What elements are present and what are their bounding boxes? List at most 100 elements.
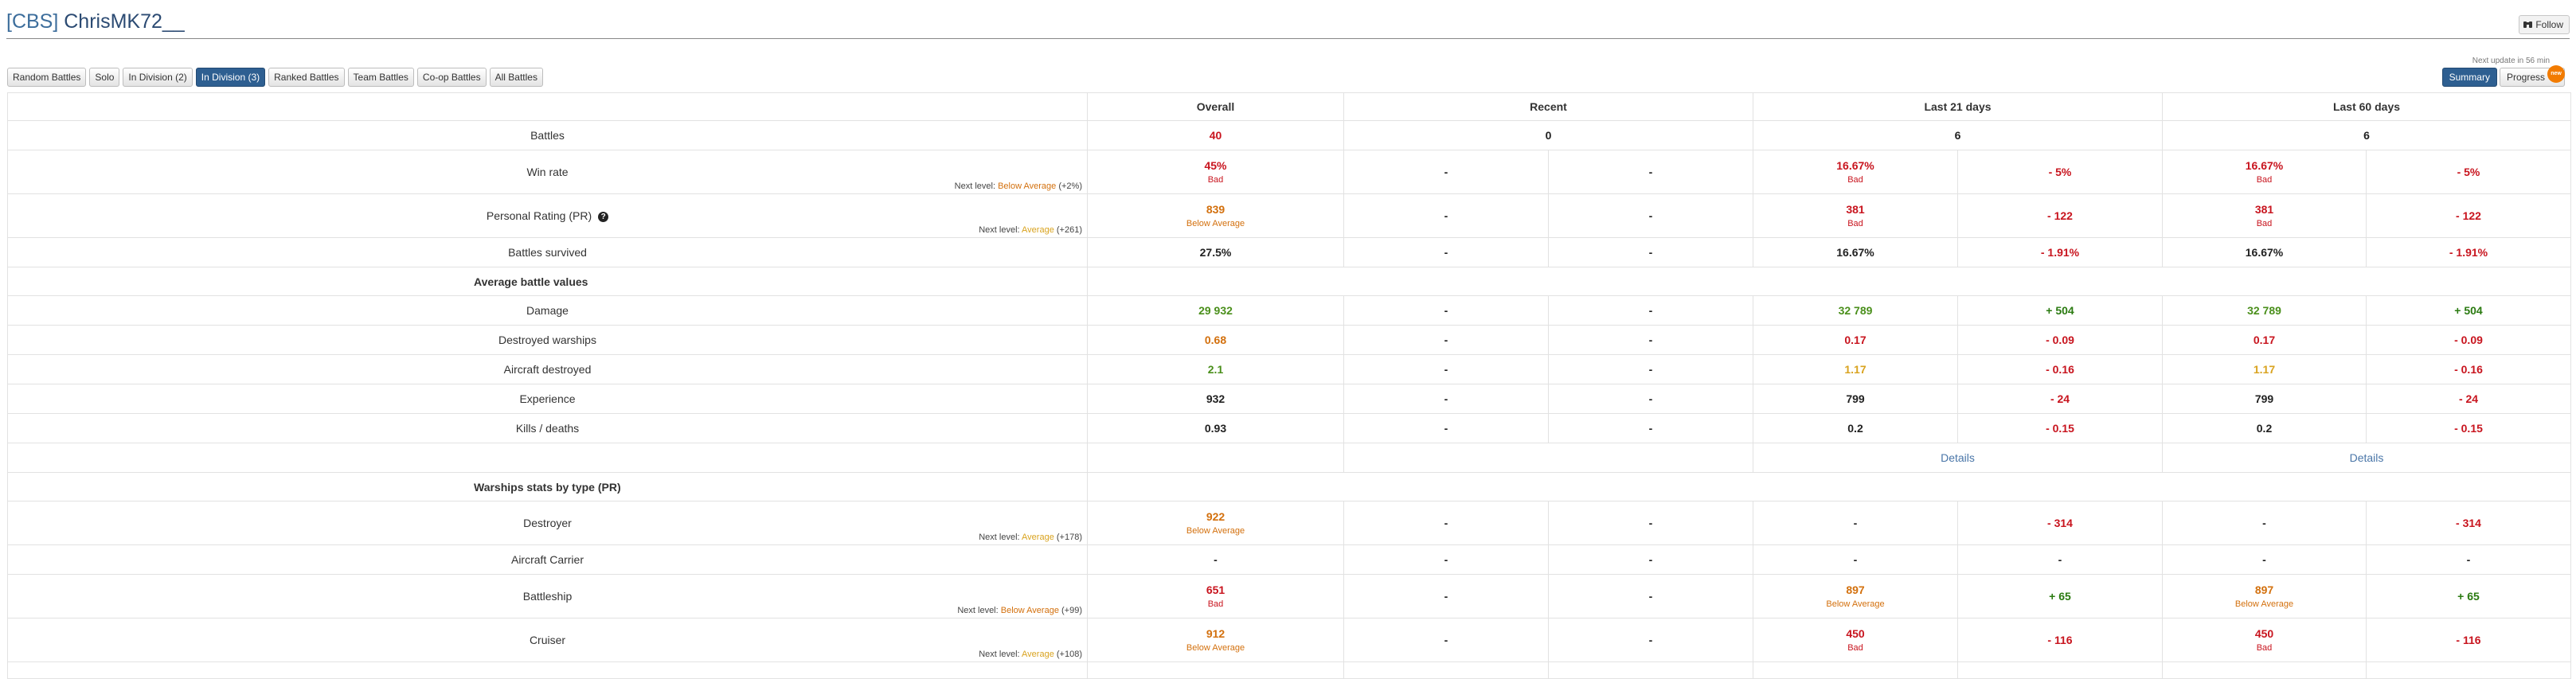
last21-cell: 897 Below Average	[1753, 574, 1958, 619]
tab-solo[interactable]: Solo	[89, 68, 120, 87]
last21-diff: - 1.91%	[1957, 237, 2163, 267]
last21-rating: Below Average	[1826, 599, 1885, 609]
last21-value: -	[1753, 544, 1958, 575]
question-circle-icon[interactable]: ?	[598, 212, 609, 222]
col-recent: Recent	[1343, 92, 1753, 121]
row-label: Kills / deaths	[7, 413, 1088, 443]
row-survived: Battles survived 27.5% - - 16.67% - 1.91…	[7, 237, 2571, 267]
last60-cell: 897 Below Average	[2162, 574, 2367, 619]
follow-button[interactable]: Follow	[2519, 15, 2570, 34]
last60-value: 16.67%	[2245, 159, 2284, 172]
destroyer-label-cell: Destroyer Next level: Average (+178)	[7, 501, 1088, 545]
next-level-rating: Below Average	[998, 181, 1057, 191]
next-level-prefix: Next level:	[979, 225, 1020, 235]
tab-in-division-3[interactable]: In Division (3)	[195, 68, 266, 87]
next-level-rating: Average	[1022, 533, 1054, 542]
overall-rating: Bad	[1207, 175, 1224, 185]
last60-diff: - 24	[2366, 384, 2571, 414]
recent-diff: -	[1548, 501, 1753, 545]
next-level-delta: (+178)	[1056, 533, 1082, 542]
overall-rating: Below Average	[1186, 219, 1245, 228]
overall-value: 40	[1087, 120, 1344, 150]
next-level-hint: Next level: Average (+261)	[979, 225, 1082, 235]
recent-diff: -	[1548, 354, 1753, 384]
last21-cell: 16.67% Bad	[1753, 150, 1958, 194]
details-link-last21[interactable]: Details	[1753, 443, 2163, 473]
next-update-text: Next update in 56 min	[2472, 57, 2550, 65]
last60-value: 1.17	[2162, 354, 2367, 384]
section-title: Warships stats by type (PR)	[7, 472, 1088, 501]
recent-value: -	[1343, 413, 1549, 443]
row-winrate: Win rate Next level: Below Average (+2%)…	[7, 150, 2571, 194]
col-last21: Last 21 days	[1753, 92, 2163, 121]
recent-value: -	[1343, 150, 1549, 194]
last60-value: -	[2162, 544, 2367, 575]
overall-value: 839	[1206, 203, 1225, 216]
overall-rating: Below Average	[1186, 526, 1245, 536]
row-details: Details Details	[7, 443, 2571, 473]
next-level-prefix: Next level:	[979, 650, 1020, 659]
row-experience: Experience 932 - - 799 - 24 799 - 24	[7, 384, 2571, 414]
last21-value: 450	[1846, 627, 1865, 640]
stats-table: Overall Recent Last 21 days Last 60 days…	[7, 92, 2571, 679]
player-title: [CBS] ChrisMK72__	[6, 10, 185, 33]
view-toggle: Summary Progress new	[2441, 65, 2565, 87]
last60-rating: Bad	[2256, 643, 2273, 653]
row-label: Battleship	[522, 590, 573, 603]
battle-type-tabs: Random Battles Solo In Division (2) In D…	[7, 68, 543, 87]
row-cruiser: Cruiser Next level: Average (+108) 912 Be…	[7, 618, 2571, 662]
last21-value: 1.17	[1753, 354, 1958, 384]
last60-diff: - 0.16	[2366, 354, 2571, 384]
row-kills-deaths: Kills / deaths 0.93 - - 0.2 - 0.15 0.2 -…	[7, 413, 2571, 443]
summary-button[interactable]: Summary	[2441, 68, 2497, 87]
last21-rating: Bad	[1847, 219, 1863, 228]
last60-diff: - 5%	[2366, 150, 2571, 194]
recent-diff: -	[1548, 413, 1753, 443]
last21-cell: 450 Bad	[1753, 618, 1958, 662]
next-level-prefix: Next level:	[979, 533, 1020, 542]
overall-cell: 839 Below Average	[1087, 193, 1344, 238]
last21-diff: - 0.09	[1957, 325, 2163, 355]
row-label: Battles	[7, 120, 1088, 150]
overall-value: 2.1	[1087, 354, 1344, 384]
next-level-rating: Average	[1022, 650, 1054, 659]
last60-diff: - 116	[2366, 618, 2571, 662]
tab-in-division-2[interactable]: In Division (2)	[123, 68, 193, 87]
tab-team-battles[interactable]: Team Battles	[347, 68, 414, 87]
tab-coop-battles[interactable]: Co-op Battles	[416, 68, 487, 87]
last60-value: 0.2	[2162, 413, 2367, 443]
recent-value: -	[1343, 574, 1549, 619]
overall-cell: 651 Bad	[1087, 574, 1344, 619]
col-overall: Overall	[1087, 92, 1344, 121]
next-level-delta: (+2%)	[1058, 181, 1082, 191]
recent-value: -	[1343, 618, 1549, 662]
last21-value: 16.67%	[1753, 237, 1958, 267]
table-header-row: Overall Recent Last 21 days Last 60 days	[7, 92, 2571, 121]
last60-value: -	[2162, 501, 2367, 545]
row-battles: Battles 40 0 6 6	[7, 120, 2571, 150]
row-damage: Damage 29 932 - - 32 789 + 504 32 789 + …	[7, 295, 2571, 326]
tab-ranked-battles[interactable]: Ranked Battles	[268, 68, 345, 87]
recent-value: -	[1343, 295, 1549, 326]
clan-tag[interactable]: [CBS]	[6, 10, 58, 33]
recent-value: -	[1343, 193, 1549, 238]
recent-diff: -	[1548, 237, 1753, 267]
last60-cell: 16.67% Bad	[2162, 150, 2367, 194]
tab-all-battles[interactable]: All Battles	[489, 68, 543, 87]
last21-diff: -	[1957, 544, 2163, 575]
last21-diff: - 5%	[1957, 150, 2163, 194]
row-aircraft-carrier: Aircraft Carrier - - - - - - -	[7, 544, 2571, 575]
last60-cell: 381 Bad	[2162, 193, 2367, 238]
section-warship-types: Warships stats by type (PR)	[7, 472, 2571, 501]
recent-value: -	[1343, 544, 1549, 575]
row-battleship: Battleship Next level: Below Average (+9…	[7, 574, 2571, 619]
last21-rating: Bad	[1847, 175, 1863, 185]
details-link-last60[interactable]: Details	[2162, 443, 2571, 473]
overall-value: 27.5%	[1087, 237, 1344, 267]
last60-diff: - 1.91%	[2366, 237, 2571, 267]
tab-random-battles[interactable]: Random Battles	[7, 68, 87, 87]
next-level-hint: Next level: Below Average (+99)	[957, 606, 1082, 615]
overall-value: 651	[1206, 583, 1225, 596]
overall-value: 922	[1206, 510, 1225, 523]
row-label: Destroyed warships	[7, 325, 1088, 355]
